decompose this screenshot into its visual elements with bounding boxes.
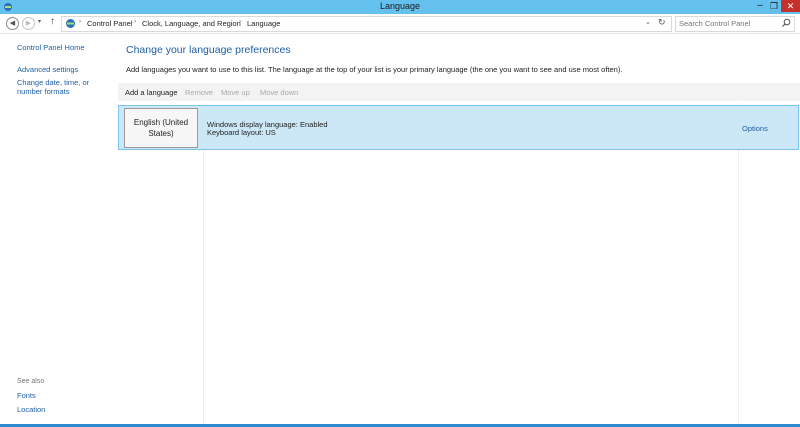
column-divider xyxy=(203,103,204,427)
add-language-button[interactable]: Add a language xyxy=(125,88,178,97)
breadcrumb-language[interactable]: Language xyxy=(247,19,280,28)
breadcrumb-clock-language-region[interactable]: Clock, Language, and Region xyxy=(142,19,241,28)
remove-button[interactable]: Remove xyxy=(185,88,213,97)
left-pane: Control Panel Home Advanced settings Cha… xyxy=(0,34,118,427)
search-box[interactable] xyxy=(675,16,795,32)
control-panel-home-link[interactable]: Control Panel Home xyxy=(17,43,85,52)
recent-locations-button[interactable]: ▾ xyxy=(38,18,41,25)
refresh-icon[interactable]: ↻ xyxy=(658,17,666,28)
up-button[interactable]: ↑ xyxy=(50,16,55,27)
language-toolbar: Add a language Remove Move up Move down xyxy=(118,83,800,101)
options-link[interactable]: Options xyxy=(742,124,768,133)
see-also-label: See also xyxy=(17,378,45,385)
breadcrumb-separator: › xyxy=(134,19,136,25)
search-input[interactable] xyxy=(679,18,775,29)
control-panel-icon xyxy=(66,19,75,28)
change-date-time-formats-link[interactable]: Change date, time, or number formats xyxy=(17,78,115,96)
forward-arrow-icon[interactable]: ▶ xyxy=(22,17,35,30)
fonts-link[interactable]: Fonts xyxy=(17,391,36,400)
column-divider xyxy=(738,103,739,427)
address-bar[interactable]: › Control Panel › Clock, Language, and R… xyxy=(61,16,672,32)
chevron-down-icon[interactable]: ⌄ xyxy=(645,18,651,26)
close-button[interactable]: ✕ xyxy=(781,0,800,12)
keyboard-layout: Keyboard layout: US xyxy=(207,128,276,137)
breadcrumb-control-panel[interactable]: Control Panel xyxy=(87,19,132,28)
advanced-settings-link[interactable]: Advanced settings xyxy=(17,65,78,74)
page-title: Change your language preferences xyxy=(126,44,291,56)
back-arrow-icon[interactable]: ◀ xyxy=(6,17,19,30)
language-list xyxy=(118,103,800,427)
page-description: Add languages you want to use to this li… xyxy=(126,65,623,74)
language-tile[interactable]: English (United States) xyxy=(124,108,198,148)
breadcrumb-separator: › xyxy=(239,19,241,25)
move-down-button[interactable]: Move down xyxy=(260,88,298,97)
language-name: English (United States) xyxy=(133,118,189,138)
restore-button[interactable]: ❐ xyxy=(767,0,781,12)
window-title: Language xyxy=(379,1,421,11)
language-list-item[interactable]: English (United States) Windows display … xyxy=(118,105,799,150)
navigation-bar: ◀ ▶ ▾ ↑ › Control Panel › Clock, Languag… xyxy=(0,14,800,34)
move-up-button[interactable]: Move up xyxy=(221,88,250,97)
location-link[interactable]: Location xyxy=(17,405,45,414)
minimize-button[interactable]: – xyxy=(753,0,767,12)
title-bar: Language – ❐ ✕ xyxy=(0,0,800,14)
breadcrumb-separator: › xyxy=(79,19,81,25)
search-icon[interactable] xyxy=(781,18,791,28)
